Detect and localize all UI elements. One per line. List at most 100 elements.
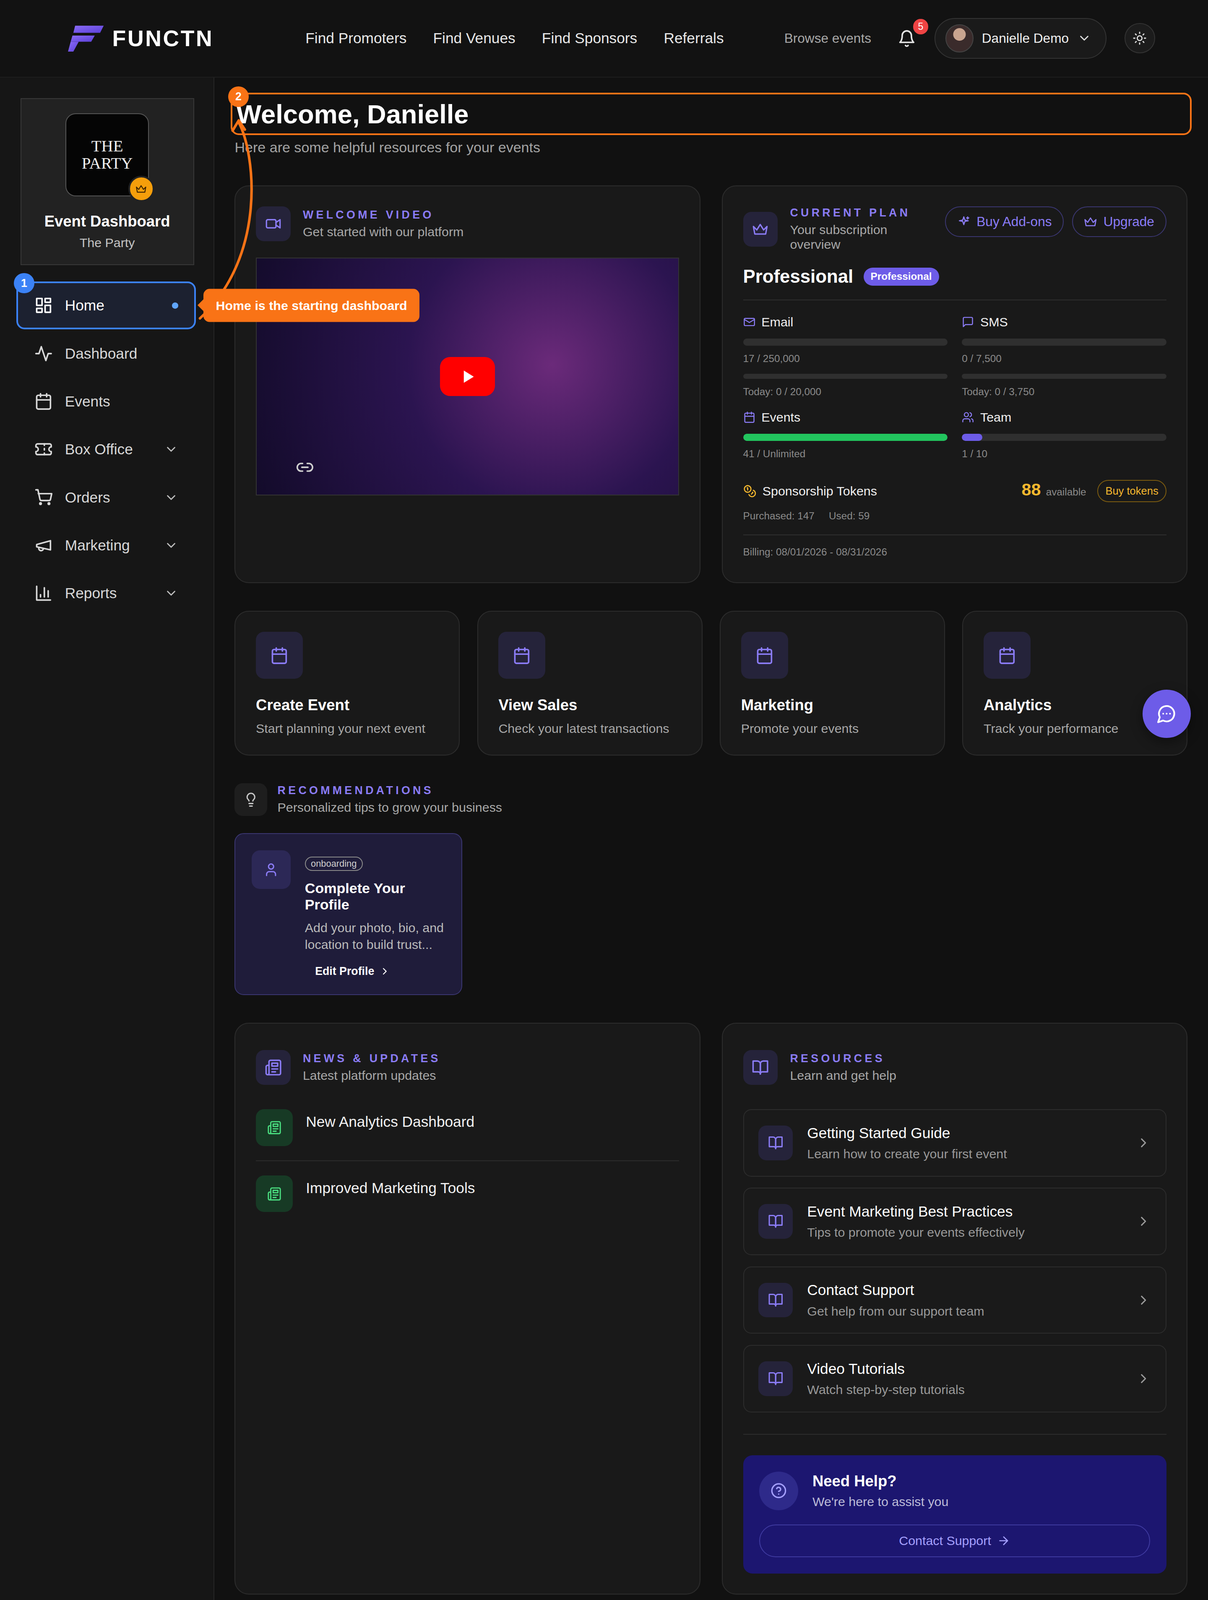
sidebar-item[interactable]: Marketing <box>16 521 197 570</box>
expand-chevron <box>164 490 179 505</box>
billing-period: Billing: 08/01/2026 - 08/31/2026 <box>743 546 1167 558</box>
meter-track <box>961 433 1167 441</box>
sidebar-item-label: Reports <box>65 584 152 602</box>
sidebar-item[interactable]: Reports <box>16 569 197 618</box>
top-nav-link[interactable]: Find Sponsors <box>541 29 638 47</box>
user-icon <box>263 861 279 878</box>
quick-action-text: Check your latest transactions <box>498 721 682 736</box>
dashboard-grid-icon <box>34 296 53 315</box>
tokens-stats: Purchased: 147Used: 59 <box>743 510 1167 522</box>
user-menu[interactable]: Danielle Demo <box>934 18 1107 59</box>
event-card[interactable]: THE PARTYEvent DashboardThe Party <box>20 98 195 266</box>
recommendation-card[interactable]: onboardingComplete Your ProfileAdd your … <box>234 833 462 995</box>
rec-link[interactable]: Edit Profile <box>315 964 391 978</box>
top-nav-link[interactable]: Referrals <box>663 29 724 47</box>
welcome-heading-box: 2Welcome, Danielle <box>230 92 1192 136</box>
resource-item[interactable]: Getting Started GuideLearn how to create… <box>743 1109 1167 1177</box>
app-root: FUNCTN Find Promoters Find Venues Find Spon… <box>0 0 1208 1600</box>
sidebar-item[interactable]: Dashboard <box>16 329 197 378</box>
usage-meter: SMS0 / 7,500Today: 0 / 3,750 <box>961 314 1167 398</box>
sidebar-item-label: Box Office <box>65 440 152 458</box>
chevron-down-icon <box>164 585 179 601</box>
resource-icon-box <box>758 1361 794 1396</box>
quick-action-card[interactable]: Marketing Promote your events <box>719 610 946 756</box>
sun-icon[interactable] <box>1132 31 1147 46</box>
sidebar-item[interactable]: Home1Home is the starting dashboard <box>16 281 197 330</box>
resource-text: Tips to promote your events effectively <box>807 1224 1122 1240</box>
active-dot <box>171 302 179 309</box>
sidebar-item[interactable]: Box Office <box>16 425 197 474</box>
rec-text: Add your photo, bio, and location to bui… <box>304 919 446 953</box>
section-subtitle: Personalized tips to grow your business <box>277 799 503 815</box>
head-icon-box <box>234 783 268 816</box>
resource-title: Video Tutorials <box>807 1360 1122 1378</box>
usage-meters: Email17 / 250,000Today: 0 / 20,000SMS0 /… <box>743 314 1167 460</box>
resource-item[interactable]: Event Marketing Best PracticesTips to pr… <box>743 1187 1167 1255</box>
plan-button[interactable]: Upgrade <box>1072 206 1167 237</box>
buy-tokens-button[interactable]: Buy tokens <box>1097 479 1167 502</box>
newspaper-icon <box>264 1058 282 1076</box>
news-icon-box <box>255 1109 293 1146</box>
notifications-button[interactable]: 5 <box>893 25 921 52</box>
avatar <box>945 24 974 53</box>
sidebar-item[interactable]: Orders <box>16 473 197 521</box>
chat-bubble-icon[interactable] <box>1156 703 1177 724</box>
plan-button[interactable]: Buy Add-ons <box>945 206 1064 237</box>
resource-list: Getting Started GuideLearn how to create… <box>743 1109 1167 1412</box>
event-card-subtitle: The Party <box>79 235 136 250</box>
bell-icon[interactable] <box>897 29 917 48</box>
chevron-down-icon <box>164 442 179 457</box>
open-book-icon <box>768 1135 784 1151</box>
chat-button[interactable] <box>1142 689 1191 738</box>
daily-meter-reading: Today: 0 / 3,750 <box>961 385 1167 398</box>
newspaper-icon <box>267 1186 282 1201</box>
quick-icon-box <box>255 631 303 679</box>
sponsorship-tokens: Sponsorship Tokens88availableBuy tokensP… <box>743 479 1167 535</box>
resource-item[interactable]: Contact SupportGet help from our support… <box>743 1266 1167 1334</box>
resource-item[interactable]: Video TutorialsWatch step-by-step tutori… <box>743 1344 1167 1413</box>
notification-count: 5 <box>913 18 929 34</box>
meter-track <box>961 338 1167 346</box>
quick-action-text: Promote your events <box>741 721 925 736</box>
tour-step-badge: 1 <box>13 273 35 294</box>
usage-meter: Email17 / 250,000Today: 0 / 20,000 <box>743 314 948 398</box>
contact-support-button[interactable]: Contact Support <box>759 1524 1150 1557</box>
current-plan-card: CURRENT PLANYour subscription overviewBu… <box>721 185 1188 584</box>
expand-chevron <box>164 585 179 601</box>
top-cards: WELCOME VIDEOGet started with our platfo… <box>234 185 1188 584</box>
functn-logo-icon[interactable] <box>65 23 107 53</box>
welcome-video-card: WELCOME VIDEOGet started with our platfo… <box>234 185 701 584</box>
lightbulb-icon <box>243 791 259 808</box>
ticket-icon <box>34 439 53 459</box>
quick-action-card[interactable]: View SalesCheck your latest transactions <box>477 610 703 756</box>
meter-fill <box>743 338 744 346</box>
plan-buttons: Buy Add-ons Upgrade <box>945 206 1167 237</box>
quick-action-text: Track your performance <box>983 721 1167 736</box>
news-item[interactable]: Improved Marketing Tools <box>255 1160 680 1227</box>
resource-icon-box <box>758 1203 794 1239</box>
top-nav-link[interactable]: Find Venues <box>433 29 516 47</box>
news-title: New Analytics Dashboard <box>305 1113 475 1130</box>
play-icon[interactable] <box>458 367 477 386</box>
sidebar-item[interactable]: Events <box>16 377 197 426</box>
daily-meter-reading: Today: 0 / 20,000 <box>743 385 948 398</box>
crown-icon <box>135 183 147 195</box>
brand[interactable]: FUNCTN <box>65 23 214 53</box>
play-button[interactable] <box>439 356 495 396</box>
card-eyebrow: CURRENT PLAN <box>789 206 933 220</box>
head-icon-box <box>743 211 779 247</box>
quick-action-title: Marketing <box>741 696 925 714</box>
news-item[interactable]: New Analytics Dashboard <box>255 1104 680 1160</box>
top-nav-link[interactable]: Find Promoters <box>305 29 407 47</box>
theme-toggle[interactable] <box>1124 23 1155 54</box>
chevron-right-icon <box>379 965 391 977</box>
quick-action-card[interactable]: Create EventStart planning your next eve… <box>234 610 460 756</box>
daily-meter-track <box>743 373 948 379</box>
chevron-down-icon <box>164 538 179 553</box>
rec-icon-box <box>251 850 291 889</box>
brand-name[interactable]: FUNCTN <box>112 25 214 52</box>
meter-reading: 17 / 250,000 <box>743 352 948 365</box>
meter-label: SMS <box>961 314 1167 330</box>
coins-icon <box>743 484 757 498</box>
browse-events-link[interactable]: Browse events <box>784 30 872 47</box>
